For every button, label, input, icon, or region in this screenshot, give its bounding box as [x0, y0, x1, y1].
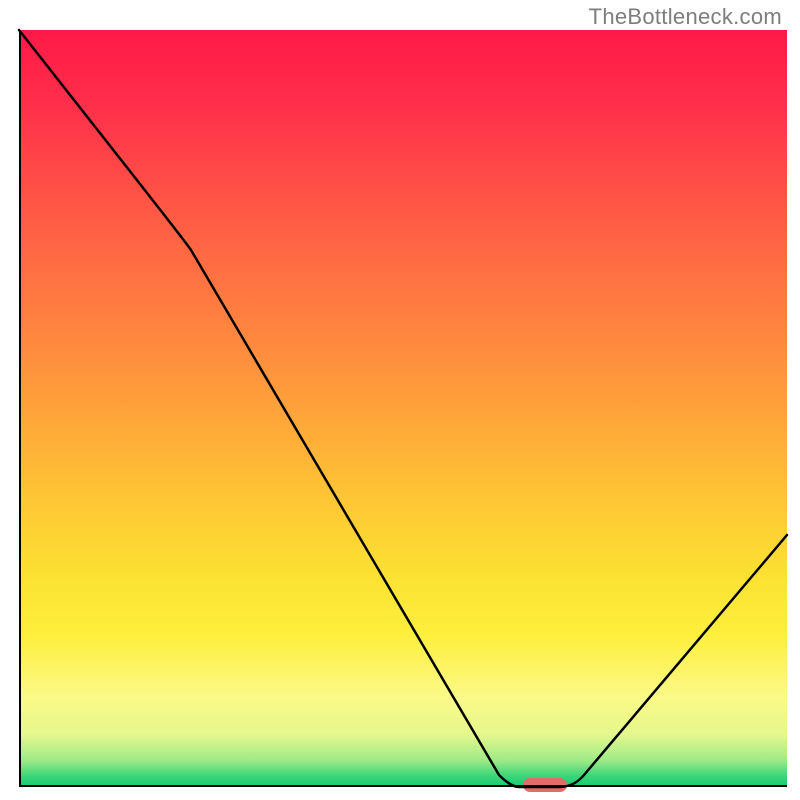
- plot-area: [19, 30, 787, 787]
- watermark-text: TheBottleneck.com: [589, 4, 782, 30]
- bottleneck-curve: [19, 30, 787, 787]
- chart-container: TheBottleneck.com: [0, 0, 800, 800]
